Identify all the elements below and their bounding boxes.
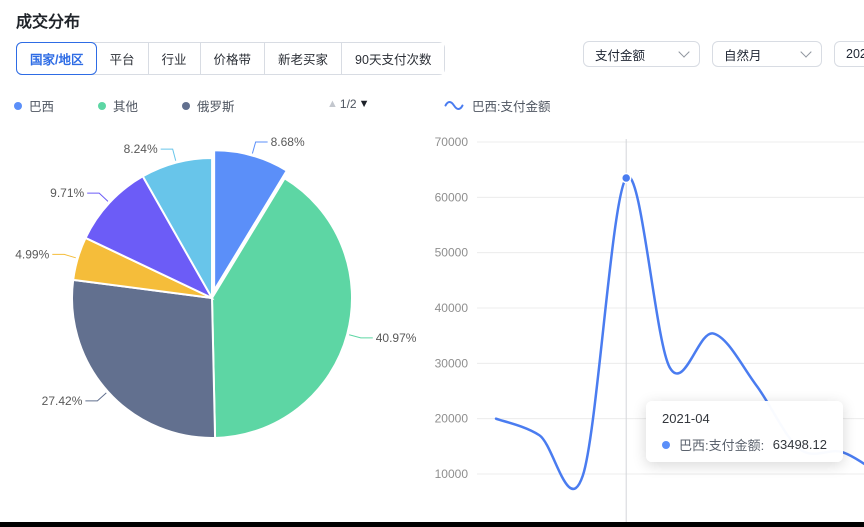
pie-label-leader-line <box>87 192 109 202</box>
line-legend-label: 巴西:支付金额 <box>472 100 551 114</box>
line-chart: 70000 60000 50000 40000 30000 20000 10000 <box>435 135 864 527</box>
line-series-wave-icon <box>444 100 464 111</box>
pie-slice-percent-label: 40.97% <box>376 331 417 345</box>
legend-page-indicator: 1/2 <box>339 97 357 111</box>
pie-label-leader-line <box>160 148 177 161</box>
highlighted-point-marker[interactable] <box>620 172 632 184</box>
filter-select-value: 支付金额 <box>595 48 646 63</box>
tab-platform[interactable]: 平台 <box>96 43 149 74</box>
pie-label-leader-line <box>251 141 268 154</box>
y-axis-label: 70000 <box>435 135 469 149</box>
chevron-down-icon <box>800 46 812 58</box>
filter-controls: 支付金额 自然月 202 <box>583 41 864 67</box>
filter-select-year[interactable]: 202 <box>834 41 864 67</box>
y-axis-label: 60000 <box>435 190 469 204</box>
y-axis-label: 30000 <box>435 356 469 370</box>
tooltip-series-dot-icon <box>662 440 670 449</box>
filter-select-period[interactable]: 自然月 <box>712 41 822 67</box>
tab-pay-count-90d[interactable]: 90天支付次数 <box>342 43 445 74</box>
line-legend[interactable]: 巴西:支付金额 <box>444 96 550 115</box>
pie-chart: 8.68% 40.97% 27.42% 4.99% 9.71% 8.24% <box>15 135 417 439</box>
legend-item-label: 俄罗斯 <box>197 100 235 114</box>
pie-label-leader-line <box>85 392 107 402</box>
window-bottom-bar <box>0 522 864 527</box>
legend-item-0[interactable]: 巴西 <box>14 96 54 115</box>
tab-country-region[interactable]: 国家/地区 <box>16 42 98 75</box>
legend-item-2[interactable]: 俄罗斯 <box>182 96 235 115</box>
pie-slice-percent-label: 9.71% <box>50 186 84 200</box>
page-title: 成交分布 <box>16 14 81 31</box>
tooltip-date: 2021-04 <box>662 411 710 426</box>
pie-label-leader-line <box>52 253 76 259</box>
legend-item-label: 其他 <box>113 100 139 114</box>
tooltip-value: 63498.12 <box>772 437 827 452</box>
legend-prev-icon[interactable]: ▲ <box>327 98 338 110</box>
legend-dot-icon <box>14 101 22 110</box>
legend-dot-icon <box>98 101 107 110</box>
legend-item-label: 巴西 <box>29 100 55 114</box>
filter-select-metric[interactable]: 支付金额 <box>583 41 700 67</box>
pie-label-leader-line <box>349 334 373 339</box>
pie-slice-percent-label: 4.99% <box>15 247 49 261</box>
filter-select-value: 自然月 <box>724 48 762 63</box>
pie-slice-percent-label: 8.24% <box>124 142 158 156</box>
pie-slice-2[interactable] <box>71 278 217 439</box>
chevron-down-icon <box>678 46 690 58</box>
chart-tooltip: 2021-04 巴西:支付金额: 63498.12 <box>646 401 843 462</box>
pie-legend: 巴西 其他 俄罗斯 <box>14 96 279 115</box>
legend-pager: ▲ 1/2 ▼ <box>327 97 369 111</box>
filter-select-value: 202 <box>846 47 864 61</box>
y-axis-label: 50000 <box>435 246 469 260</box>
tab-price-band[interactable]: 价格带 <box>200 43 266 74</box>
legend-dot-icon <box>182 101 191 110</box>
legend-next-icon[interactable]: ▼ <box>359 98 370 110</box>
pie-slice-percent-label: 27.42% <box>42 394 83 408</box>
y-axis-label: 40000 <box>435 301 469 315</box>
y-axis-label: 20000 <box>435 412 469 426</box>
legend-item-1[interactable]: 其他 <box>98 96 138 115</box>
tab-new-old-buyers[interactable]: 新老买家 <box>265 43 343 74</box>
tab-industry[interactable]: 行业 <box>148 43 201 74</box>
tooltip-series-label: 巴西:支付金额: <box>679 438 765 453</box>
y-axis-label: 10000 <box>435 467 469 481</box>
pie-slice-percent-label: 8.68% <box>271 135 305 149</box>
dimension-tabs: 国家/地区 平台 行业 价格带 新老买家 90天支付次数 <box>16 42 446 75</box>
